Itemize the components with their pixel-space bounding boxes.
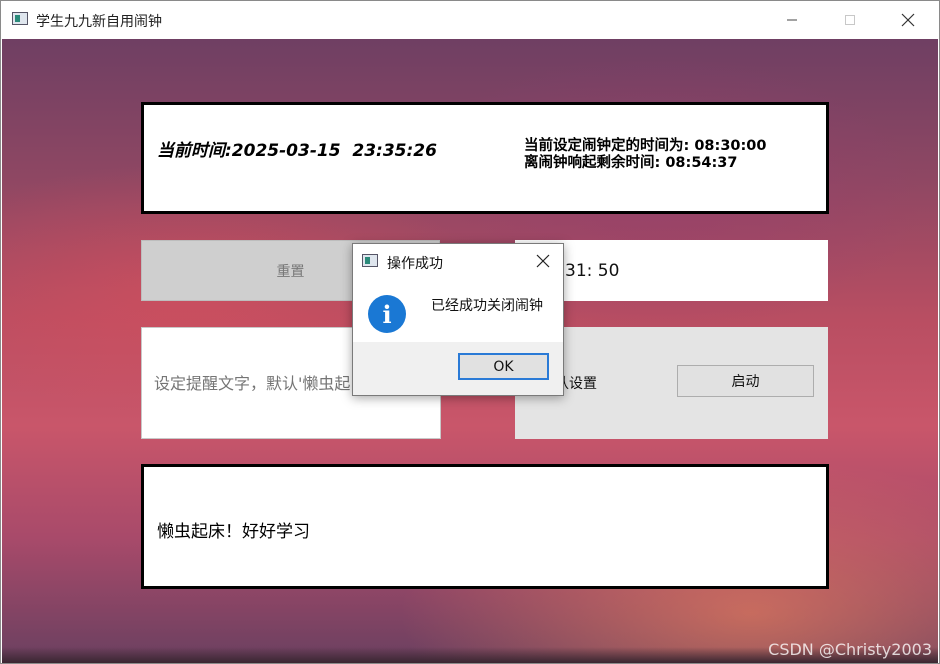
- close-icon: [536, 254, 550, 268]
- start-button[interactable]: 启动: [677, 365, 814, 397]
- dialog-title: 操作成功: [387, 256, 443, 272]
- app-window-icon: [362, 254, 378, 267]
- watermark: CSDN @Christy2003: [768, 640, 932, 659]
- time-display-panel: 当前时间:2025-03-15 23:35:26 当前设定闹钟定的时间为: 08…: [141, 102, 829, 214]
- minimize-icon: [787, 19, 797, 21]
- window-title: 学生九九新自用闹钟: [36, 14, 162, 30]
- app-window-icon: [12, 12, 28, 25]
- alarm-time-value: 31: 50: [565, 261, 620, 281]
- dialog-close-button[interactable]: [529, 248, 557, 274]
- dialog-message: 已经成功关闭闹钟: [431, 298, 543, 314]
- message-panel: 懒虫起床！好好学习: [141, 464, 829, 589]
- dialog-footer: OK: [353, 342, 563, 395]
- current-time-label: 当前时间:2025-03-15 23:35:26: [157, 141, 437, 161]
- alarm-info: 当前设定闹钟定的时间为: 08:30:00 离闹钟响起剩余时间: 08:54:3…: [524, 138, 766, 172]
- minimize-button[interactable]: [769, 1, 815, 39]
- alarm-set-time-label: 当前设定闹钟定的时间为: 08:30:00: [524, 138, 767, 154]
- maximize-button[interactable]: [827, 1, 873, 39]
- ok-button[interactable]: OK: [458, 353, 549, 380]
- close-button[interactable]: [885, 1, 931, 39]
- info-icon: i: [368, 295, 406, 333]
- maximize-icon: [845, 15, 855, 25]
- close-icon: [901, 13, 915, 27]
- title-bar[interactable]: 学生九九新自用闹钟: [1, 1, 939, 39]
- success-dialog: 操作成功 i 已经成功关闭闹钟 OK: [352, 243, 564, 396]
- message-text: 懒虫起床！好好学习: [157, 522, 310, 542]
- remaining-time-label: 离闹钟响起剩余时间: 08:54:37: [524, 155, 738, 171]
